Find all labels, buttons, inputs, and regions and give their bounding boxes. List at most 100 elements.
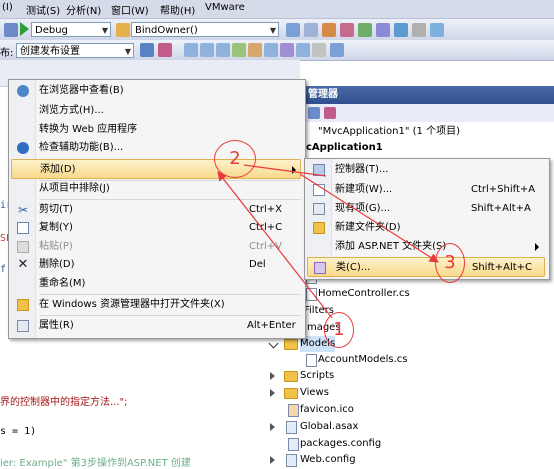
start-page-icon[interactable] [412,23,426,37]
expand-icon[interactable] [270,456,275,464]
menu-item-paste[interactable]: 粘贴(P) Ctrl+V [11,237,301,257]
menu-item-analyze[interactable]: 分析(N) [66,2,101,17]
menu-item-label: 转换为 Web 应用程序 [39,124,138,135]
publish-label: 布: [0,48,14,59]
solution-config-select[interactable]: Debug ▼ [31,22,111,37]
menu-item-view-in-browser[interactable]: 在浏览器中查看(B) [11,81,301,101]
solution-explorer-icon[interactable] [304,23,318,37]
menu-item-browse-with[interactable]: 浏览方式(H)... [11,101,301,121]
layout-icon[interactable] [330,43,344,57]
menu-item-label: 在 Windows 资源管理器中打开文件夹(X) [39,299,225,310]
menu-item-label: 复制(Y) [39,222,73,233]
publish-toolbar: 布: 创建发布设置 ▼ [0,40,554,61]
step-3-marker: 3 [435,243,465,283]
properties-icon[interactable] [308,107,320,119]
solution-explorer-toolbar [304,104,554,123]
step-2-marker: 2 [214,140,256,178]
properties-window-icon[interactable] [322,23,336,37]
menu-item-cut[interactable]: ✂ 剪切(T) Ctrl+X [11,200,301,220]
find-in-files-icon[interactable] [286,23,300,37]
toolbox-icon[interactable] [358,23,372,37]
tree-item-label: Web.config [300,454,356,465]
object-browser-icon[interactable] [340,23,354,37]
menu-item-properties[interactable]: 属性(R) Alt+Enter [11,316,301,336]
chevron-down-icon: ▼ [101,26,108,35]
menu-item-exclude-from-project[interactable]: 从项目中排除(J) [11,179,301,199]
publish-profile-select[interactable]: 创建发布设置 ▼ [16,43,134,58]
menu-item-open-in-explorer[interactable]: 在 Windows 资源管理器中打开文件夹(X) [11,295,301,315]
properties-icon [17,320,29,332]
chevron-down-icon: ▼ [124,47,131,56]
publish-icon[interactable] [140,43,154,57]
menu-item-existing-item[interactable]: 现有项(G)... Shift+Alt+A [307,199,545,219]
menu-item-label: 控制器(T)... [335,164,389,175]
menu-item-label: 重命名(M) [39,278,86,289]
menu-item-label: 检查辅助功能(B)... [39,142,124,153]
spacing-icon[interactable] [248,43,262,57]
save-icon[interactable] [4,23,18,37]
tree-item-label: Scripts [300,370,335,381]
menu-item-convert-to-web-app[interactable]: 转换为 Web 应用程序 [11,120,301,140]
menu-item-check-accessibility[interactable]: 检查辅助功能(B)... [11,138,301,158]
vertical-align-icon[interactable] [264,43,278,57]
tree-item-label: Views [300,387,329,398]
menu-item-label: 类(C)... [336,262,371,273]
tree-item-label: packages.config [300,438,382,449]
find-icon[interactable] [116,23,130,37]
config-file-icon [288,438,299,451]
asax-file-icon [286,421,297,434]
menu-item-shortcut: Del [249,259,266,270]
menu-item-class[interactable]: 类(C)... Shift+Alt+C [307,257,545,277]
favicon-icon [288,404,299,417]
new-item-icon [313,184,325,196]
step-1-marker: 1 [324,312,354,348]
menu-item-tools[interactable]: (I) [2,2,13,13]
menu-item-copy[interactable]: 复制(Y) Ctrl+C [11,218,301,238]
expand-icon[interactable] [270,372,275,380]
start-debug-icon[interactable] [20,22,29,36]
find-combo[interactable]: BindOwner() ▼ [131,22,279,37]
show-all-files-icon[interactable] [324,107,336,119]
align-left-icon[interactable] [184,43,198,57]
class-view-icon[interactable] [376,23,390,37]
menu-item-shortcut: Shift+Alt+A [471,203,531,214]
menu-item-rename[interactable]: 重命名(M) [11,274,301,294]
menu-item-add-aspnet-folder[interactable]: 添加 ASP.NET 文件夹(S) [307,237,545,257]
align-center-icon[interactable] [200,43,214,57]
controller-icon [313,164,325,176]
menu-item-window[interactable]: 窗口(W) [111,2,149,17]
menu-item-new-folder[interactable]: 新建文件夹(D) [307,218,545,238]
lock-icon[interactable] [312,43,326,57]
standard-toolbar: Debug ▼ BindOwner() ▼ [0,19,554,41]
size-icon[interactable] [232,43,246,57]
existing-item-icon [313,203,325,215]
publish-settings-icon[interactable] [158,43,172,57]
cs-file-icon [306,354,317,367]
center-icon[interactable] [296,43,310,57]
menu-item-add[interactable]: 添加(D) [11,159,301,179]
menu-item-test[interactable]: 测试(S) [26,2,60,17]
menu-item-add-controller[interactable]: 控制器(T)... [307,160,545,180]
expand-icon[interactable] [270,389,275,397]
menu-item-delete[interactable]: ✕ 删除(D) Del [11,255,301,275]
class-icon [314,262,326,274]
menu-item-label: 属性(R) [39,320,74,331]
copy-icon [17,222,29,234]
code-fragment: s = 1) [0,426,37,437]
order-icon[interactable] [280,43,294,57]
menu-item-help[interactable]: 帮助(H) [160,2,195,17]
menu-item-label: 剪切(T) [39,204,73,215]
menu-item-shortcut: Ctrl+V [249,241,283,252]
tree-project-label: cApplication1 [306,142,383,153]
server-explorer-icon[interactable] [394,23,408,37]
menu-item-new-item[interactable]: 新建项(W)... Ctrl+Shift+A [307,180,545,200]
menu-item-vmware[interactable]: VMware [205,2,245,13]
solution-config-value: Debug [35,25,68,36]
folder-icon [284,388,298,399]
align-right-icon[interactable] [216,43,230,57]
expand-icon[interactable] [270,423,275,431]
menu-item-label: 从项目中排除(J) [39,183,110,194]
menu-item-label: 新建项(W)... [335,184,393,195]
extension-manager-icon[interactable] [430,23,444,37]
folder-open-icon [284,339,298,350]
